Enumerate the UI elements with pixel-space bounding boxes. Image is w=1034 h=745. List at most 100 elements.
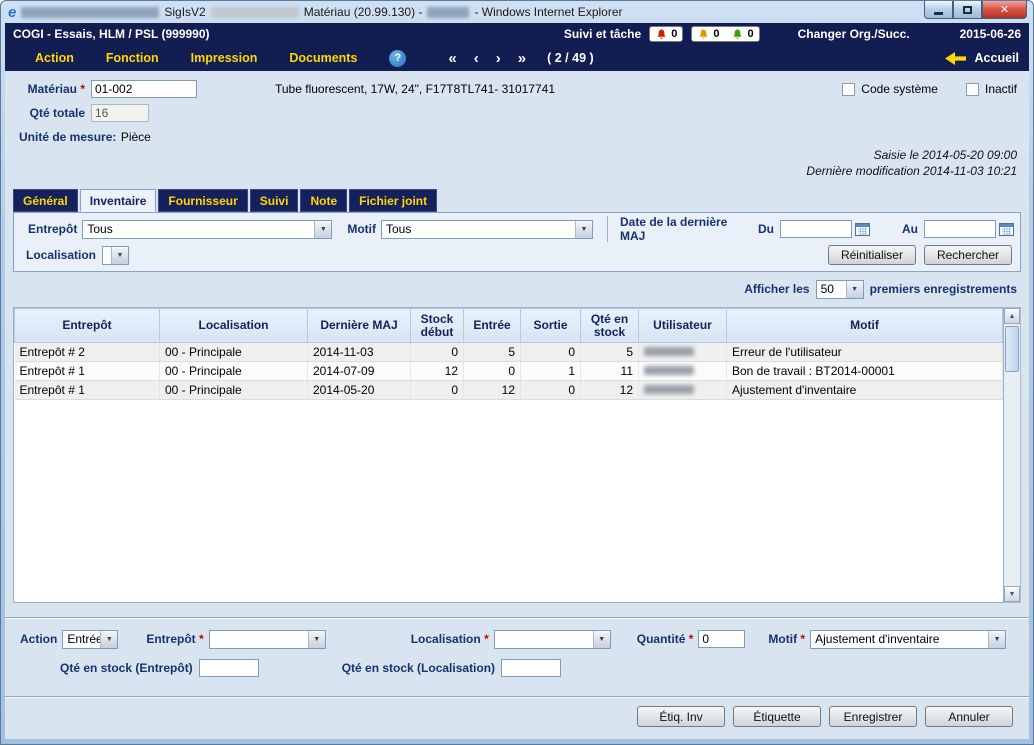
filter-localisation-select[interactable]: ▼ bbox=[102, 246, 129, 265]
notification-badge-yellow[interactable]: 0 bbox=[697, 28, 719, 40]
entry-entrepot-select[interactable]: ▼ bbox=[209, 630, 326, 649]
nav-last-button[interactable]: » bbox=[518, 50, 526, 67]
col-entrepot[interactable]: Entrepôt bbox=[15, 309, 160, 343]
badge-count: 0 bbox=[713, 28, 719, 40]
calendar-icon[interactable] bbox=[999, 222, 1014, 236]
date-au-input[interactable] bbox=[924, 220, 996, 238]
cell-stock-debut: 0 bbox=[411, 343, 464, 362]
scrollbar-track[interactable] bbox=[1004, 324, 1020, 586]
col-sortie[interactable]: Sortie bbox=[521, 309, 581, 343]
date-filter-group: Date de la dernière MAJ Du Au bbox=[607, 216, 1014, 242]
cell-sortie: 0 bbox=[521, 381, 581, 400]
filter-entrepot-select[interactable]: Tous ▼ bbox=[82, 220, 332, 239]
annuler-button[interactable]: Annuler bbox=[925, 706, 1013, 727]
record-pager: ( 2 / 49 ) bbox=[547, 51, 594, 65]
nav-prev-button[interactable]: ‹ bbox=[474, 50, 479, 67]
col-stock-debut[interactable]: Stock début bbox=[411, 309, 464, 343]
table-row[interactable]: Entrepôt # 1 00 - Principale 2014-07-09 … bbox=[15, 362, 1003, 381]
table-row[interactable]: Entrepôt # 2 00 - Principale 2014-11-03 … bbox=[15, 343, 1003, 362]
entry-localisation-select[interactable]: ▼ bbox=[494, 630, 611, 649]
chevron-down-icon: ▼ bbox=[111, 247, 128, 264]
entry-motif-label: Motif * bbox=[768, 632, 805, 646]
col-utilisateur[interactable]: Utilisateur bbox=[639, 309, 727, 343]
tab-note[interactable]: Note bbox=[300, 189, 347, 212]
minimize-button[interactable] bbox=[924, 1, 953, 19]
scroll-up-button[interactable]: ▲ bbox=[1004, 308, 1020, 324]
entry-motif-select[interactable]: Ajustement d'inventaire ▼ bbox=[810, 630, 1006, 649]
menu-action[interactable]: Action bbox=[35, 51, 74, 65]
table-header-row: Entrepôt Localisation Dernière MAJ Stock… bbox=[15, 309, 1003, 343]
help-icon[interactable]: ? bbox=[389, 50, 406, 67]
col-motif[interactable]: Motif bbox=[727, 309, 1003, 343]
window-controls: ✕ bbox=[924, 1, 1027, 19]
code-system-checkbox[interactable] bbox=[842, 83, 855, 96]
cell-entree: 5 bbox=[464, 343, 521, 362]
close-button[interactable]: ✕ bbox=[982, 1, 1027, 19]
suivi-label: Suivi et tâche bbox=[564, 27, 641, 41]
filter-motif-select[interactable]: Tous ▼ bbox=[381, 220, 593, 239]
qty-total-label: Qté totale bbox=[13, 106, 85, 120]
tab-fournisseur[interactable]: Fournisseur bbox=[158, 189, 247, 212]
cell-motif: Bon de travail : BT2014-00001 bbox=[727, 362, 1003, 381]
notification-badge-green[interactable]: 0 bbox=[731, 28, 753, 40]
table-row[interactable]: Entrepôt # 1 00 - Principale 2014-05-20 … bbox=[15, 381, 1003, 400]
menu-fonction[interactable]: Fonction bbox=[106, 51, 159, 65]
tab-inventaire[interactable]: Inventaire bbox=[80, 189, 157, 212]
filter-panel: Entrepôt Tous ▼ Motif Tous ▼ Date de la … bbox=[13, 212, 1021, 272]
col-entree[interactable]: Entrée bbox=[464, 309, 521, 343]
enregistrer-button[interactable]: Enregistrer bbox=[829, 706, 917, 727]
show-count-select[interactable]: 50 ▼ bbox=[816, 280, 864, 299]
filter-localisation-label: Localisation bbox=[26, 248, 96, 262]
cell-stock-debut: 0 bbox=[411, 381, 464, 400]
qty-total-input bbox=[91, 104, 149, 122]
col-localisation[interactable]: Localisation bbox=[160, 309, 308, 343]
menu-impression[interactable]: Impression bbox=[191, 51, 258, 65]
notification-badge-red[interactable]: 0 bbox=[649, 26, 683, 42]
scrollbar-thumb[interactable] bbox=[1005, 326, 1019, 372]
entry-quantite-input[interactable] bbox=[698, 630, 745, 648]
action-select[interactable]: Entrée ▼ bbox=[62, 630, 118, 649]
bell-green-icon bbox=[731, 28, 744, 40]
current-date: 2015-06-26 bbox=[960, 27, 1021, 41]
notification-badge-group[interactable]: 0 0 bbox=[691, 26, 759, 42]
minimize-icon bbox=[934, 12, 943, 15]
date-du-input[interactable] bbox=[780, 220, 852, 238]
menu-bar: Action Fonction Impression Documents ? «… bbox=[5, 45, 1029, 71]
back-icon[interactable] bbox=[945, 52, 966, 65]
redacted-user bbox=[644, 366, 694, 375]
ie-icon: e bbox=[8, 5, 16, 20]
inactive-checkbox[interactable] bbox=[966, 83, 979, 96]
etiq-inv-button[interactable]: Étiq. Inv bbox=[637, 706, 725, 727]
tab-bar: Général Inventaire Fournisseur Suivi Not… bbox=[5, 179, 1029, 212]
code-system-label: Code système bbox=[861, 82, 938, 96]
scroll-down-button[interactable]: ▼ bbox=[1004, 586, 1020, 602]
search-button[interactable]: Rechercher bbox=[924, 245, 1012, 265]
qte-entrepot-input[interactable] bbox=[199, 659, 259, 677]
qte-entrepot-label: Qté en stock (Entrepôt) bbox=[60, 661, 193, 675]
col-derniere-maj[interactable]: Dernière MAJ bbox=[308, 309, 411, 343]
menu-documents[interactable]: Documents bbox=[289, 51, 357, 65]
inventory-table: Entrepôt Localisation Dernière MAJ Stock… bbox=[13, 307, 1004, 603]
cell-localisation: 00 - Principale bbox=[160, 343, 308, 362]
calendar-icon[interactable] bbox=[855, 222, 870, 236]
material-input[interactable] bbox=[91, 80, 197, 98]
col-qte-en-stock[interactable]: Qté en stock bbox=[581, 309, 639, 343]
etiquette-button[interactable]: Étiquette bbox=[733, 706, 821, 727]
nav-first-button[interactable]: « bbox=[448, 50, 456, 67]
org-title: COGI - Essais, HLM / PSL (999990) bbox=[13, 27, 210, 41]
created-stamp: Saisie le 2014-05-20 09:00 bbox=[5, 147, 1017, 163]
qte-localisation-input[interactable] bbox=[501, 659, 561, 677]
tab-suivi[interactable]: Suivi bbox=[250, 189, 299, 212]
cell-localisation: 00 - Principale bbox=[160, 362, 308, 381]
maximize-button[interactable] bbox=[953, 1, 982, 19]
home-link[interactable]: Accueil bbox=[975, 51, 1019, 65]
titlebar: e SigIsV2 Matériau (20.99.130) - - Windo… bbox=[1, 1, 1033, 23]
change-org-link[interactable]: Changer Org./Succ. bbox=[798, 27, 910, 41]
vertical-scrollbar[interactable]: ▲ ▼ bbox=[1004, 307, 1021, 603]
tab-general[interactable]: Général bbox=[13, 189, 78, 212]
redacted-title-text bbox=[211, 7, 299, 18]
nav-next-button[interactable]: › bbox=[496, 50, 501, 67]
reset-button[interactable]: Réinitialiser bbox=[828, 245, 916, 265]
tab-fichier-joint[interactable]: Fichier joint bbox=[349, 189, 437, 212]
footer-buttons: Étiq. Inv Étiquette Enregistrer Annuler bbox=[5, 698, 1029, 727]
